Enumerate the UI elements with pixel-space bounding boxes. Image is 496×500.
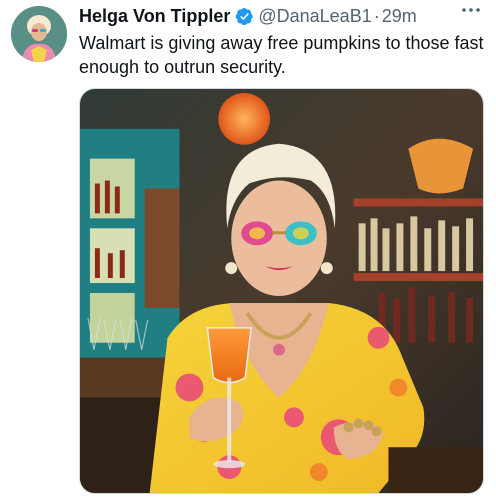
photo-illustration xyxy=(80,89,483,493)
tweet-text: Walmart is giving away free pumpkins to … xyxy=(79,33,484,77)
tweet-photo[interactable] xyxy=(79,88,484,494)
author-name[interactable]: Helga Von Tippler xyxy=(79,4,230,28)
timestamp[interactable]: 29m xyxy=(382,4,417,28)
tweet-header: Helga Von Tippler @DanaLeaB1 · 29m xyxy=(79,4,484,28)
ellipsis-icon[interactable] xyxy=(458,4,484,28)
verified-badge-icon xyxy=(236,7,253,25)
avatar-image xyxy=(11,6,67,62)
tweet-card[interactable]: Helga Von Tippler @DanaLeaB1 · 29m Walma… xyxy=(0,0,496,500)
more-options-icon xyxy=(462,8,480,12)
separator-dot: · xyxy=(373,6,380,26)
author-handle[interactable]: @DanaLeaB1 xyxy=(258,4,371,28)
avatar[interactable] xyxy=(11,6,67,62)
